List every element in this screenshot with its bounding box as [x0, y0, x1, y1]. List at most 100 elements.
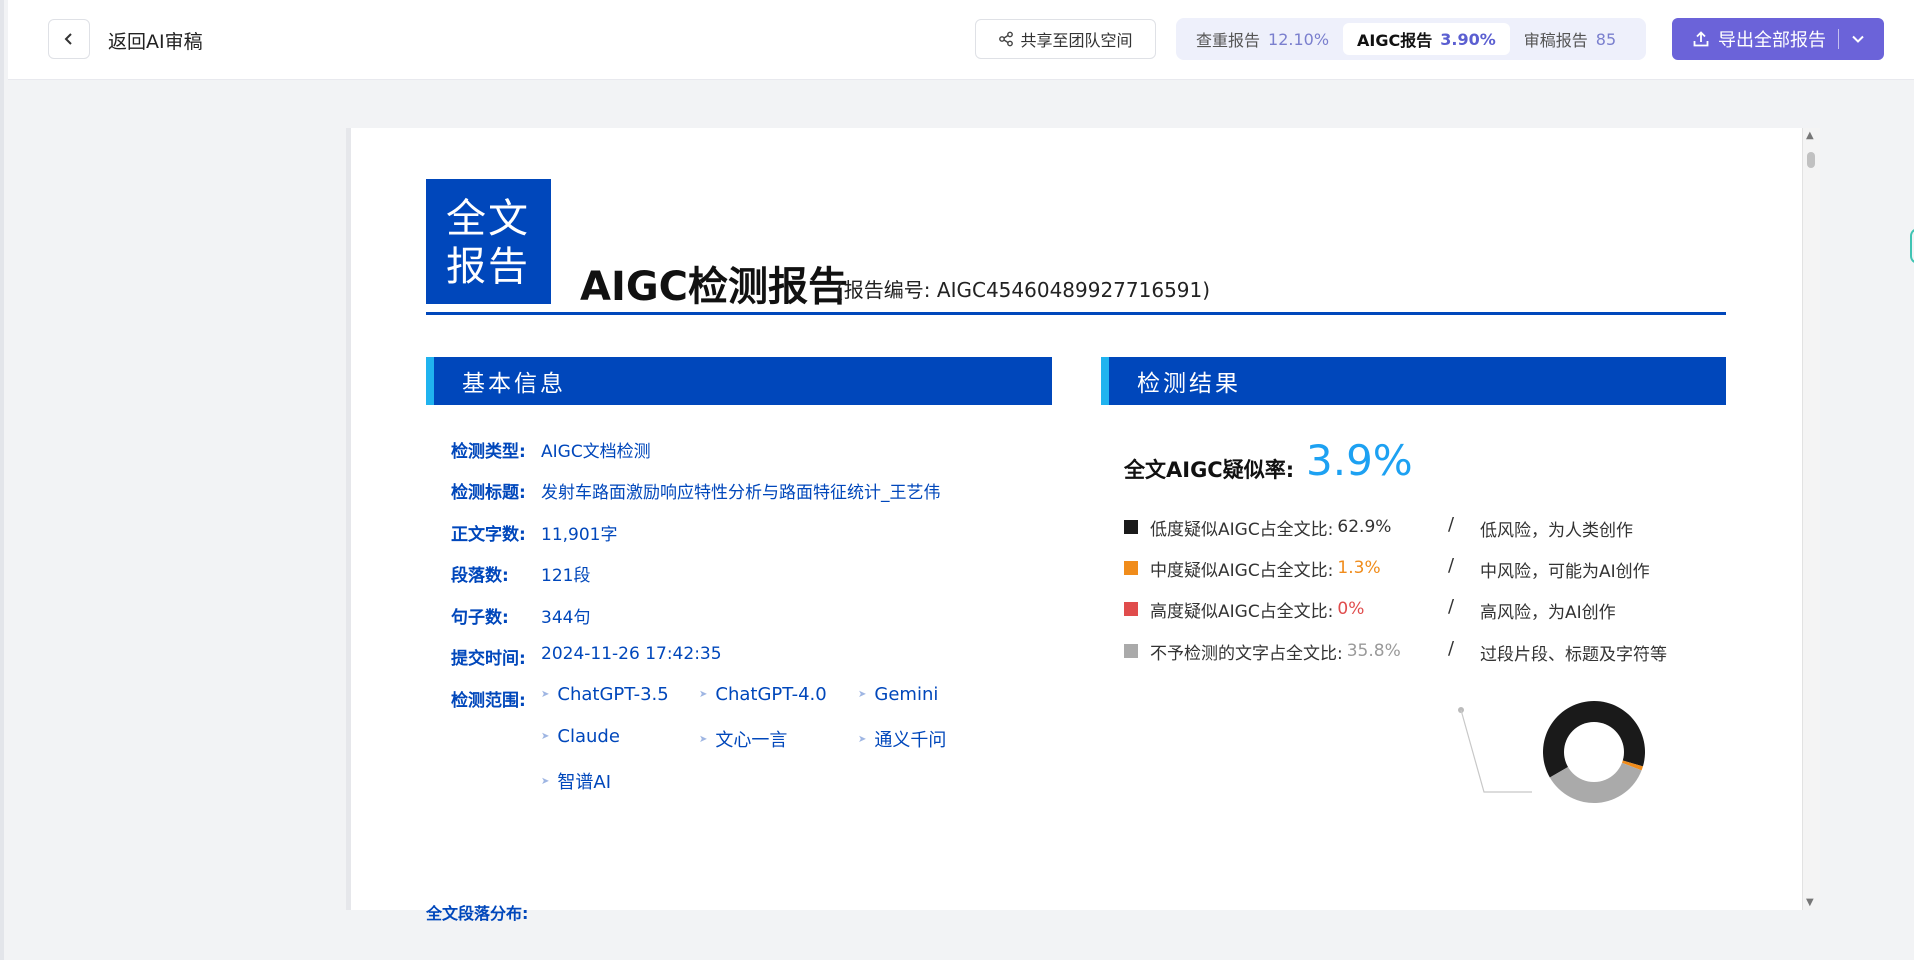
legend-row-excluded: 不予检测的文字占全文比: 35.8% — [1124, 639, 1401, 664]
legend-row-high: 高度疑似AIGC占全文比: 0% — [1124, 597, 1365, 622]
legend-risk: 低风险，为人类创作 — [1480, 521, 1633, 541]
info-value: 344句 — [541, 608, 591, 628]
tab-aigc-report[interactable]: AIGC报告 3.90% — [1343, 23, 1510, 55]
legend-risk: 中风险，可能为AI创作 — [1480, 562, 1650, 582]
export-label: 导出全部报告 — [1718, 30, 1826, 51]
info-label: 检测范围: — [451, 691, 526, 711]
export-all-button[interactable]: 导出全部报告 — [1672, 18, 1884, 60]
divider — [1838, 29, 1839, 49]
back-title: 返回AI审稿 — [108, 31, 203, 53]
scroll-thumb[interactable] — [1807, 152, 1815, 168]
report-number: (报告编号: AIGC45460489927716591) — [836, 278, 1211, 302]
info-label: 段落数: — [451, 566, 509, 586]
partial-section-label: 全文段落分布: — [426, 904, 529, 923]
legend-risk: 过段片段、标题及字符等 — [1480, 645, 1667, 665]
chevron-left-icon — [64, 33, 72, 45]
legend-swatch — [1124, 602, 1138, 616]
chevron-down-icon[interactable] — [1851, 34, 1865, 44]
scope-label: 智谱AI — [557, 772, 612, 793]
scope-item: ➤ 文心一言 — [699, 726, 787, 752]
scope-label: ChatGPT-3.5 — [557, 684, 669, 705]
legend-swatch — [1124, 644, 1138, 658]
bullet-icon: ➤ — [699, 689, 708, 700]
tab-value: 12.10% — [1268, 29, 1330, 49]
legend-slash: / — [1448, 596, 1455, 617]
badge-line: 报告 — [446, 244, 530, 290]
title-divider — [426, 312, 1726, 315]
bullet-icon: ➤ — [541, 775, 550, 787]
document-scrollbar[interactable]: ▲ ▼ — [1802, 128, 1820, 910]
legend-value: 35.8% — [1346, 641, 1401, 661]
scope-label: Gemini — [874, 684, 939, 705]
result-heading: 检测结果 — [1101, 357, 1726, 405]
info-value: 121段 — [541, 566, 591, 586]
legend-risk: 高风险，为AI创作 — [1480, 603, 1616, 623]
tab-label: 查重报告 — [1196, 31, 1261, 50]
legend-swatch — [1124, 561, 1138, 575]
legend-swatch — [1124, 520, 1138, 534]
legend-slash: / — [1448, 555, 1455, 576]
info-value: 发射车路面激励响应特性分析与路面特征统计_王艺伟 — [541, 483, 941, 503]
tab-label: AIGC报告 — [1357, 31, 1433, 50]
bullet-icon: ➤ — [541, 689, 550, 700]
bullet-icon: ➤ — [541, 731, 550, 742]
info-value: 11,901字 — [541, 525, 618, 545]
aigc-rate-label: 全文AIGC疑似率: — [1124, 458, 1295, 482]
full-report-badge: 全文 报告 — [426, 179, 551, 304]
section-title: 检测结果 — [1137, 371, 1241, 397]
legend-label: 低度疑似AIGC占全文比: — [1150, 519, 1334, 540]
scope-item: ➤ 通义千问 — [858, 726, 946, 752]
tab-label: 审稿报告 — [1523, 31, 1588, 50]
scope-label: 通义千问 — [874, 730, 947, 751]
upload-icon — [1693, 31, 1709, 47]
basic-info-heading: 基本信息 — [426, 357, 1052, 405]
report-title: AIGC检测报告 — [580, 264, 849, 310]
legend-row-low: 低度疑似AIGC占全文比: 62.9% — [1124, 515, 1392, 540]
scope-label: Claude — [557, 726, 620, 747]
legend-value: 1.3% — [1337, 558, 1381, 578]
share-icon — [999, 31, 1014, 47]
tab-value: 3.90% — [1440, 29, 1496, 49]
legend-value: 0% — [1337, 599, 1365, 619]
bullet-icon: ➤ — [858, 733, 867, 745]
side-handle[interactable] — [1910, 228, 1914, 264]
back-button[interactable] — [48, 19, 90, 59]
report-tabs: 查重报告 12.10% AIGC报告 3.90% 审稿报告 85 — [1176, 18, 1646, 60]
section-title: 基本信息 — [462, 371, 566, 397]
info-label: 检测标题: — [451, 483, 526, 503]
tab-review-report[interactable]: 审稿报告 85 — [1510, 23, 1630, 55]
scope-label: ChatGPT-4.0 — [715, 684, 827, 705]
legend-slash: / — [1448, 514, 1455, 535]
info-value: AIGC文档检测 — [541, 442, 651, 462]
info-label: 正文字数: — [451, 525, 526, 545]
scope-item: ➤ Claude — [541, 726, 620, 747]
legend-label: 不予检测的文字占全文比: — [1150, 643, 1343, 664]
legend-label: 高度疑似AIGC占全文比: — [1150, 601, 1334, 622]
leader-line — [1460, 709, 1532, 793]
app-window: 返回AI审稿 共享至团队空间 查重报告 12.10% AIGC报告 3.90% … — [0, 0, 1914, 960]
info-label: 提交时间: — [451, 649, 526, 669]
badge-line: 全文 — [446, 196, 530, 242]
scope-label: 文心一言 — [715, 730, 788, 751]
tab-value: 85 — [1595, 29, 1617, 49]
scope-item: ➤ 智谱AI — [541, 768, 611, 794]
scroll-down-icon[interactable]: ▼ — [1806, 897, 1814, 908]
legend-value: 62.9% — [1337, 517, 1392, 537]
top-bar: 返回AI审稿 共享至团队空间 查重报告 12.10% AIGC报告 3.90% … — [8, 0, 1914, 80]
scope-item: ➤ Gemini — [858, 684, 938, 705]
tab-plagiarism-report[interactable]: 查重报告 12.10% — [1182, 23, 1343, 55]
scroll-up-icon[interactable]: ▲ — [1806, 130, 1814, 141]
share-button[interactable]: 共享至团队空间 — [975, 19, 1156, 59]
aigc-donut-chart — [1458, 701, 1645, 803]
legend-slash: / — [1448, 638, 1455, 659]
bullet-icon: ➤ — [699, 733, 708, 745]
aigc-rate-value: 3.9% — [1306, 436, 1413, 485]
legend-label: 中度疑似AIGC占全文比: — [1150, 560, 1334, 581]
info-value: 2024-11-26 17:42:35 — [541, 644, 722, 664]
donut-hole — [1564, 722, 1624, 782]
info-label: 检测类型: — [451, 442, 526, 462]
share-label: 共享至团队空间 — [1020, 31, 1133, 50]
info-label: 句子数: — [451, 608, 509, 628]
legend-row-medium: 中度疑似AIGC占全文比: 1.3% — [1124, 556, 1381, 581]
scope-item: ➤ ChatGPT-4.0 — [699, 684, 827, 705]
